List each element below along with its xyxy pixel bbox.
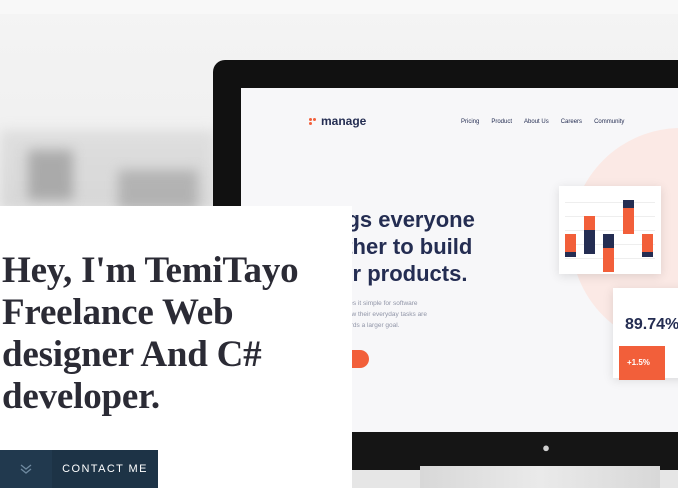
contact-me-button[interactable]: CONTACT ME	[0, 450, 158, 488]
mockup-hero-line: ether to build	[333, 234, 473, 259]
mockup-hero-line: ngs everyone	[333, 207, 475, 232]
mockup-chart-card	[559, 186, 661, 274]
mockup-nav-item: Careers	[560, 119, 583, 125]
mockup-logo-text: manage	[321, 114, 367, 128]
mockup-logo: manage	[309, 114, 366, 128]
hero-headline-line: designer And C#	[2, 334, 262, 375]
mockup-nav: Pricing Product About Us Careers Communi…	[461, 119, 624, 125]
mockup-stat-value: 89.74%	[625, 316, 678, 333]
mockup-chart-bar	[623, 200, 634, 208]
mockup-nav-item: Product	[491, 119, 513, 125]
mockup-chart-bar	[584, 216, 595, 230]
blurred-object	[28, 150, 73, 200]
mockup-chart-bar	[584, 230, 595, 254]
mockup-chart-bar	[642, 252, 653, 257]
mockup-nav-item: Community	[594, 119, 625, 125]
mockup-hero-heading: ngs everyone ether to build ter products…	[333, 206, 475, 287]
mockup-chart-bar	[623, 208, 634, 234]
mockup-stat-chip: +1.5%	[619, 346, 665, 380]
hero-headline-line: Freelance Web	[2, 292, 234, 333]
mockup-nav-item: Pricing	[461, 119, 480, 125]
mockup-chart-bar	[642, 234, 653, 252]
mockup-nav-item: About Us	[524, 119, 549, 125]
blurred-object	[118, 170, 198, 210]
hero-headline-line: Hey, I'm TemiTayo	[2, 250, 299, 291]
chevron-double-down-icon	[0, 450, 52, 488]
hero-panel: Hey, I'm TemiTayo Freelance Web designer…	[0, 206, 352, 488]
top-band	[0, 0, 678, 14]
apple-logo-icon: ●	[542, 440, 550, 455]
mockup-hero-line: ter products.	[333, 261, 468, 286]
monitor-stand	[420, 466, 660, 488]
mockup-chart-bar	[565, 252, 576, 257]
mockup-stat-change: +1.5%	[627, 358, 650, 367]
mockup-chart-bar	[603, 248, 614, 272]
mockup-chart-bar	[603, 234, 614, 248]
hero-headline: Hey, I'm TemiTayo Freelance Web designer…	[2, 250, 350, 418]
logo-mark-icon	[309, 117, 316, 125]
mockup-stat-card: 89.74% +1.5%	[613, 288, 678, 380]
mockup-chart-bar	[565, 234, 576, 252]
contact-me-label: CONTACT ME	[62, 463, 148, 475]
hero-headline-line: developer.	[2, 376, 160, 417]
